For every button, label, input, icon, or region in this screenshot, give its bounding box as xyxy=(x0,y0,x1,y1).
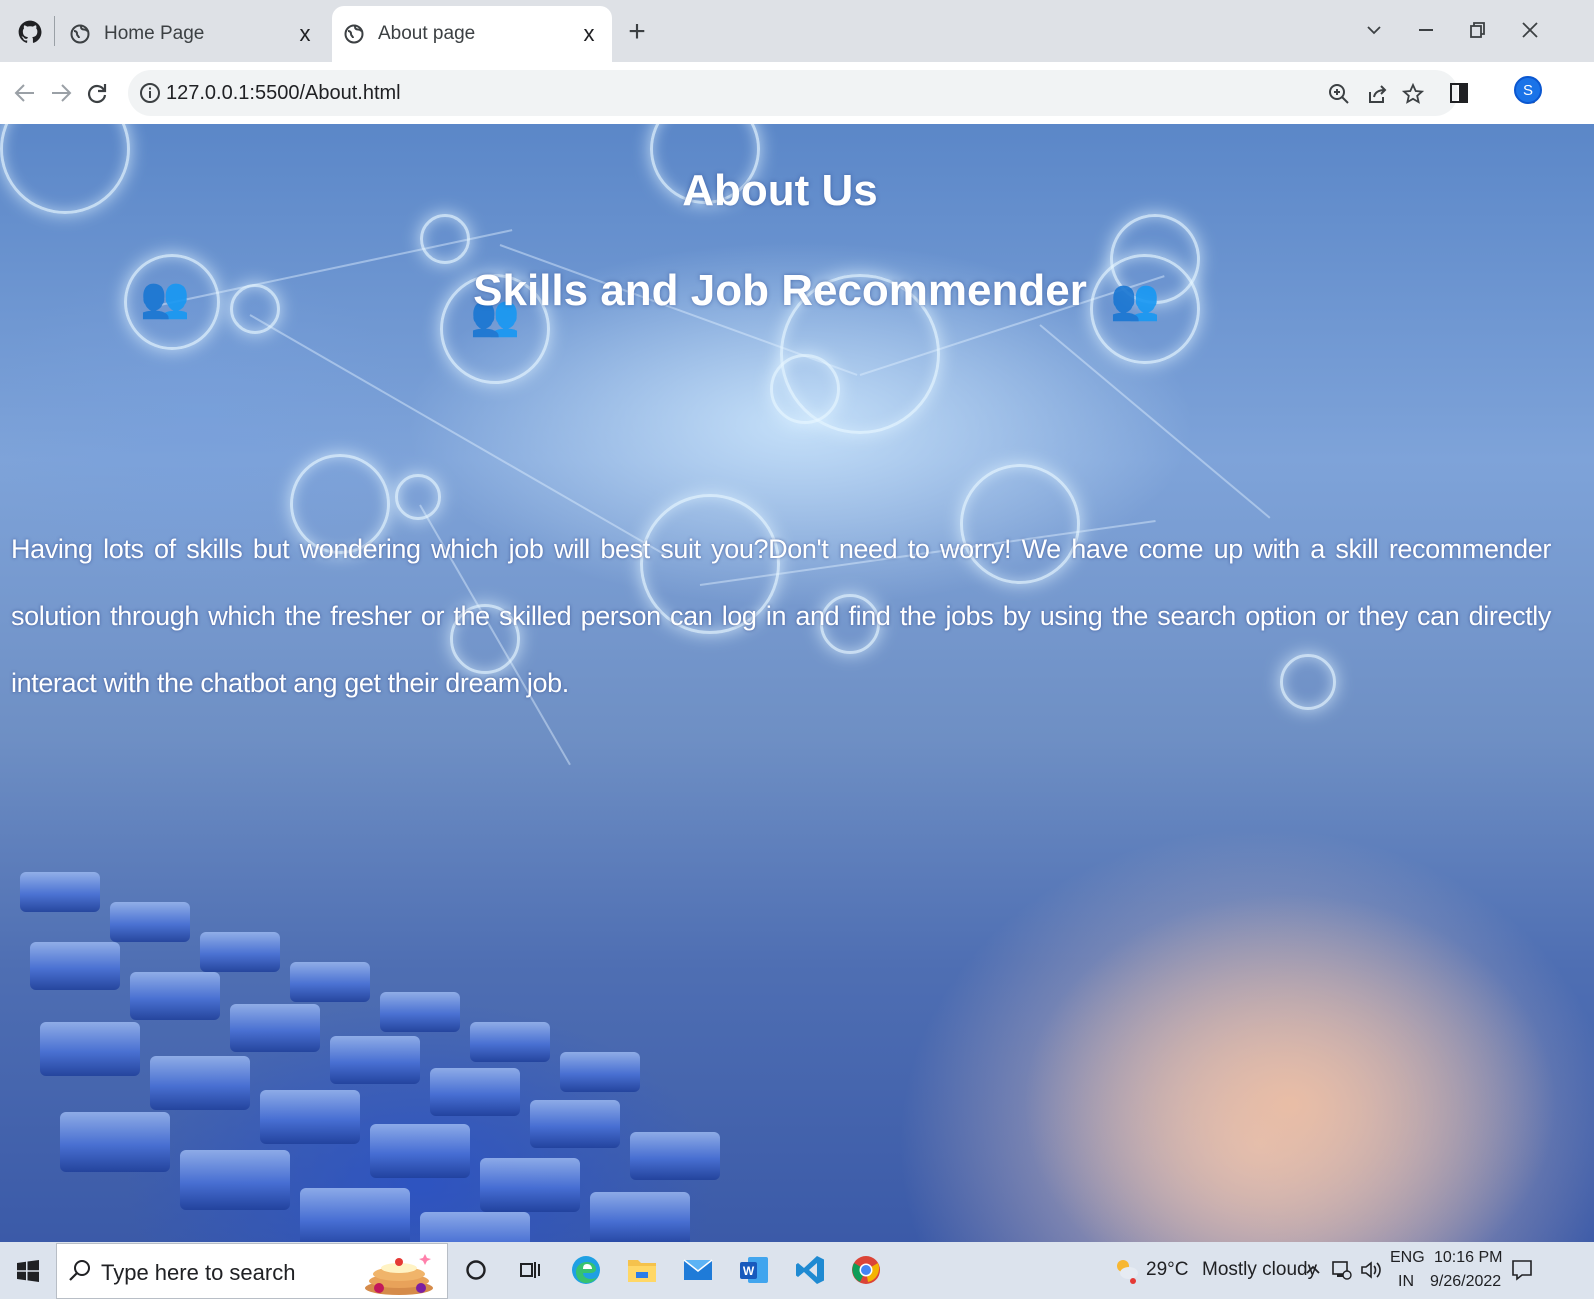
vscode-icon[interactable] xyxy=(790,1250,830,1290)
zoom-icon[interactable] xyxy=(1326,81,1352,107)
globe-icon xyxy=(68,22,92,46)
file-explorer-icon[interactable] xyxy=(622,1250,662,1290)
close-window-icon[interactable] xyxy=(1510,14,1550,46)
svg-text:W: W xyxy=(743,1264,755,1278)
tab-separator xyxy=(54,16,55,46)
side-panel-icon[interactable] xyxy=(1442,76,1476,110)
volume-icon[interactable] xyxy=(1356,1250,1386,1290)
page-title: About Us xyxy=(682,166,878,215)
reload-icon[interactable] xyxy=(80,76,114,110)
language-code[interactable]: ENG xyxy=(1390,1249,1425,1267)
weather-temperature[interactable]: 29°C xyxy=(1146,1259,1188,1281)
page-subtitle: Skills and Job Recommender xyxy=(473,266,1087,315)
windows-taskbar: Type here to search W 29°C Mostly cloudy… xyxy=(0,1242,1594,1299)
pancake-doodle-icon xyxy=(359,1248,439,1296)
task-view-icon[interactable] xyxy=(510,1250,550,1290)
mail-icon[interactable] xyxy=(678,1250,718,1290)
taskbar-search-box[interactable]: Type here to search xyxy=(56,1243,448,1299)
site-info-icon[interactable] xyxy=(138,81,162,105)
address-bar[interactable]: 127.0.0.1:5500/About.html xyxy=(128,70,1458,116)
tab-title: Home Page xyxy=(104,23,205,44)
page-viewport: 👥 👥 👥 About Us Skills and Job Recommende… xyxy=(0,124,1594,1242)
word-icon[interactable]: W xyxy=(734,1250,774,1290)
network-icon[interactable] xyxy=(1326,1250,1356,1290)
tab-search-chevron-icon[interactable] xyxy=(1354,14,1394,46)
restore-icon[interactable] xyxy=(1458,14,1498,46)
minimize-icon[interactable] xyxy=(1406,14,1446,46)
forward-arrow-icon[interactable] xyxy=(44,76,78,110)
chevron-up-icon[interactable] xyxy=(1300,1250,1326,1290)
windows-start-icon[interactable] xyxy=(8,1252,48,1290)
close-icon[interactable]: x xyxy=(576,21,602,47)
cortana-icon[interactable] xyxy=(456,1250,496,1290)
weather-icon[interactable] xyxy=(1106,1250,1146,1290)
chrome-icon[interactable] xyxy=(846,1250,886,1290)
close-icon[interactable]: x xyxy=(292,21,318,47)
browser-toolbar: 127.0.0.1:5500/About.html xyxy=(0,62,1594,124)
share-icon[interactable] xyxy=(1364,81,1390,107)
network-node xyxy=(420,214,470,264)
globe-icon xyxy=(342,22,366,46)
back-arrow-icon[interactable] xyxy=(8,76,42,110)
profile-avatar[interactable]: S xyxy=(1514,76,1542,104)
edge-browser-icon[interactable] xyxy=(566,1250,606,1290)
clock-time[interactable]: 10:16 PM xyxy=(1434,1249,1502,1267)
tab-title: About page xyxy=(378,23,476,44)
tab-strip: Home Page x About page x + xyxy=(0,0,1594,62)
tab-about-page[interactable]: About page x xyxy=(332,6,612,62)
new-tab-button[interactable]: + xyxy=(622,17,652,48)
network-node xyxy=(395,474,441,520)
clock-date[interactable]: 9/26/2022 xyxy=(1430,1273,1501,1291)
url-text[interactable]: 127.0.0.1:5500/About.html xyxy=(166,82,401,105)
search-icon xyxy=(67,1258,93,1284)
keyboard-illustration xyxy=(0,772,900,1242)
network-node xyxy=(770,354,840,424)
bookmark-star-icon[interactable] xyxy=(1400,81,1426,107)
language-region[interactable]: IN xyxy=(1398,1273,1414,1291)
github-icon[interactable] xyxy=(14,16,46,48)
search-placeholder: Type here to search xyxy=(101,1260,296,1285)
notification-icon[interactable] xyxy=(1504,1250,1540,1290)
tab-home-page[interactable]: Home Page x xyxy=(58,6,328,62)
about-paragraph: Having lots of skills but wondering whic… xyxy=(11,534,1551,698)
